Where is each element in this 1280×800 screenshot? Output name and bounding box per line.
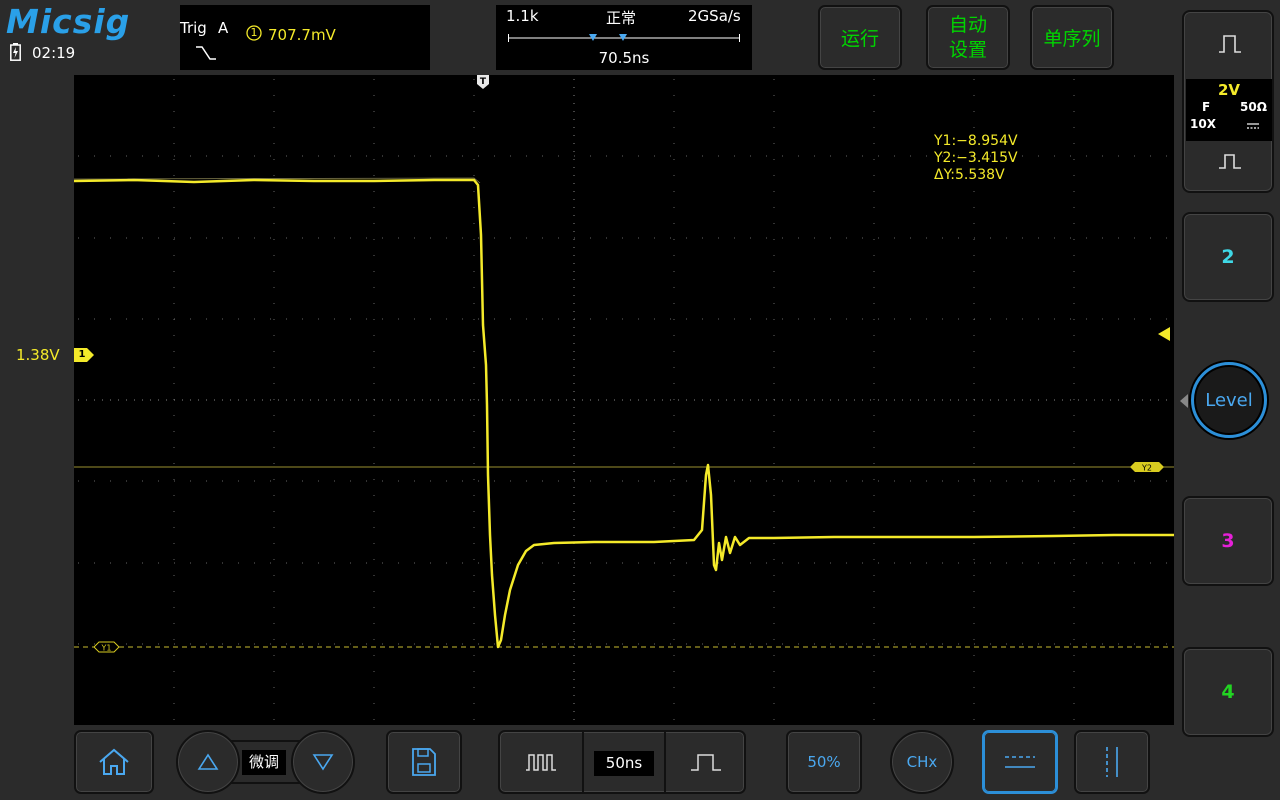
triangle-down-icon — [312, 754, 334, 771]
horizontal-cursor-icon — [1005, 756, 1035, 768]
cursor-y2-tag-text: Y2 — [1141, 464, 1152, 473]
save-button[interactable] — [386, 730, 462, 794]
battery-charging-icon — [10, 43, 21, 61]
timebase-increase-button[interactable] — [664, 732, 746, 792]
vertical-cursor-icon — [1106, 747, 1118, 777]
square-wave-icon — [1219, 35, 1241, 53]
memory-position-bar — [508, 34, 740, 42]
fine-adjust-label[interactable]: 微调 — [242, 750, 286, 775]
single-sequence-button[interactable]: 单序列 — [1030, 5, 1114, 70]
timebase-value: 50ns — [594, 751, 654, 776]
ch1-impedance: 50Ω — [1240, 100, 1267, 114]
channel-select-button[interactable]: CHx — [890, 730, 954, 794]
trigger-position-marker-text: T — [480, 77, 487, 87]
ch1-scale: 2V — [1217, 81, 1241, 99]
fifty-percent-button[interactable]: 50% — [786, 730, 862, 794]
cursor-y1-tag[interactable]: Y1 — [93, 641, 120, 653]
compressed-wave-icon — [526, 754, 556, 771]
up-button[interactable] — [176, 730, 240, 794]
trigger-source: A — [218, 19, 229, 37]
cursor-y1-readout: Y1:−8.954V — [933, 133, 1018, 149]
auto-setup-button[interactable]: 自动 设置 — [926, 5, 1010, 70]
micsig-logo: Micsig — [6, 2, 131, 41]
ch4-button[interactable]: 4 — [1182, 647, 1274, 737]
timebase-decrease-button[interactable] — [500, 732, 584, 792]
cursor-y2-readout: Y2:−3.415V — [933, 150, 1018, 166]
ch1-offset-marker[interactable]: 1 — [74, 348, 94, 362]
cursor-y1-tag-text: Y1 — [101, 644, 112, 653]
level-knob[interactable]: Level — [1191, 362, 1267, 438]
acquisition-mode: 正常 — [606, 9, 637, 27]
triangle-up-icon — [197, 753, 219, 770]
ch1-panel[interactable]: 2V F 50Ω 10X — [1182, 10, 1274, 193]
home-icon — [99, 748, 129, 775]
save-icon — [412, 748, 436, 776]
ch1-offset-marker-text: 1 — [78, 349, 86, 360]
cursor-y2-tag[interactable]: Y2 — [1130, 462, 1164, 473]
ch1-probe: 10X — [1190, 117, 1216, 131]
timebase-control: 50ns — [498, 730, 746, 794]
falling-edge-icon — [196, 46, 216, 60]
ch1-info-box: 2V F 50Ω 10X — [1186, 79, 1272, 141]
down-button[interactable] — [291, 730, 355, 794]
trigger-position-marker[interactable]: T — [477, 75, 489, 89]
ch2-button[interactable]: 2 — [1182, 212, 1274, 302]
trigger-channel-number: 1 — [250, 26, 258, 39]
auto-setup-line1: 自动 — [948, 13, 987, 36]
trigger-channel-badge: 1 — [246, 25, 262, 41]
horizontal-position: 70.5ns — [598, 49, 650, 67]
acquisition-info-panel[interactable]: 1.1k 正常 2GSa/s 70.5ns — [496, 5, 752, 70]
pulse-icon — [1219, 154, 1241, 169]
horizontal-cursor-button[interactable] — [982, 730, 1058, 794]
vertical-cursor-button[interactable] — [1074, 730, 1150, 794]
clock: 02:19 — [32, 44, 76, 62]
trigger-label: Trig — [180, 19, 207, 37]
trigger-level-marker[interactable] — [1158, 327, 1170, 341]
ch3-button[interactable]: 3 — [1182, 496, 1274, 586]
expanded-wave-icon — [691, 754, 721, 771]
dc-coupling-icon — [1247, 123, 1259, 129]
ch1-offset-label: 1.38V — [16, 346, 60, 364]
ch1-coupling: F — [1202, 100, 1211, 114]
waveform-display[interactable]: Y2 Y1 T Y1:−8.954V Y2:−3.415V ΔY:5.538V — [74, 75, 1174, 725]
ch1-waveform — [74, 178, 1174, 649]
run-button[interactable]: 运行 — [818, 5, 902, 70]
cursor-delta-y-readout: ΔY:5.538V — [934, 167, 1005, 183]
level-arrow-icon — [1180, 394, 1188, 408]
trigger-info-panel[interactable]: Trig A 1 707.7mV — [180, 5, 430, 70]
trigger-level: 707.7mV — [268, 26, 336, 44]
home-button[interactable] — [74, 730, 154, 794]
memory-depth: 1.1k — [506, 7, 539, 25]
auto-setup-line2: 设置 — [948, 38, 987, 61]
sample-rate: 2GSa/s — [688, 7, 741, 25]
